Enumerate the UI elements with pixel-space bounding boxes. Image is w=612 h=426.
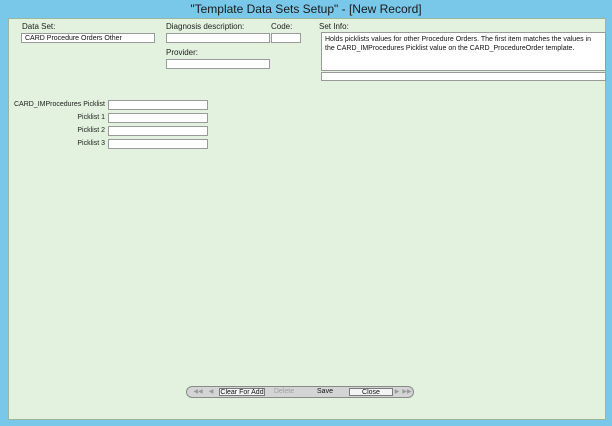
form-area: Data Set: CARD Procedure Orders Other Di… xyxy=(8,18,606,420)
data-set-field[interactable]: CARD Procedure Orders Other xyxy=(21,33,155,43)
first-record-icon[interactable]: ◀◀ xyxy=(193,388,203,396)
next-record-icon[interactable]: ▶ xyxy=(394,388,400,396)
set-info-label: Set Info: xyxy=(319,22,349,31)
code-field[interactable] xyxy=(271,33,301,43)
picklist-field-2[interactable] xyxy=(108,126,208,136)
delete-button[interactable]: Delete xyxy=(267,388,301,396)
last-record-icon[interactable]: ▶▶ xyxy=(402,388,412,396)
provider-label: Provider: xyxy=(166,48,199,57)
window-title: "Template Data Sets Setup" - [New Record… xyxy=(190,2,422,16)
provider-field[interactable] xyxy=(166,59,270,69)
picklist-label-card-improcedures: CARD_IMProcedures Picklist xyxy=(13,101,105,108)
diagnosis-description-label: Diagnosis description: xyxy=(166,22,245,31)
picklist-field-3[interactable] xyxy=(108,139,208,149)
diagnosis-description-field[interactable] xyxy=(166,33,270,43)
picklist-label-1: Picklist 1 xyxy=(77,114,105,121)
set-info-textarea[interactable]: Holds picklists values for other Procedu… xyxy=(321,32,606,71)
set-info-extra-field[interactable] xyxy=(321,72,606,81)
app-window: "Template Data Sets Setup" - [New Record… xyxy=(0,0,612,426)
picklist-label-2: Picklist 2 xyxy=(77,127,105,134)
code-label: Code: xyxy=(271,22,293,31)
picklist-field-1[interactable] xyxy=(108,113,208,123)
clear-for-add-button[interactable]: Clear For Add xyxy=(219,388,265,396)
previous-record-icon[interactable]: ◀ xyxy=(207,388,215,396)
record-navigation-bar: ◀◀ ◀ Clear For Add Delete Save Close ▶ ▶… xyxy=(186,386,414,398)
picklist-label-3: Picklist 3 xyxy=(77,140,105,147)
picklist-field-card-improcedures[interactable] xyxy=(108,100,208,110)
save-button[interactable]: Save xyxy=(303,388,347,396)
close-button[interactable]: Close xyxy=(349,388,393,396)
data-set-label: Data Set: xyxy=(22,22,56,31)
